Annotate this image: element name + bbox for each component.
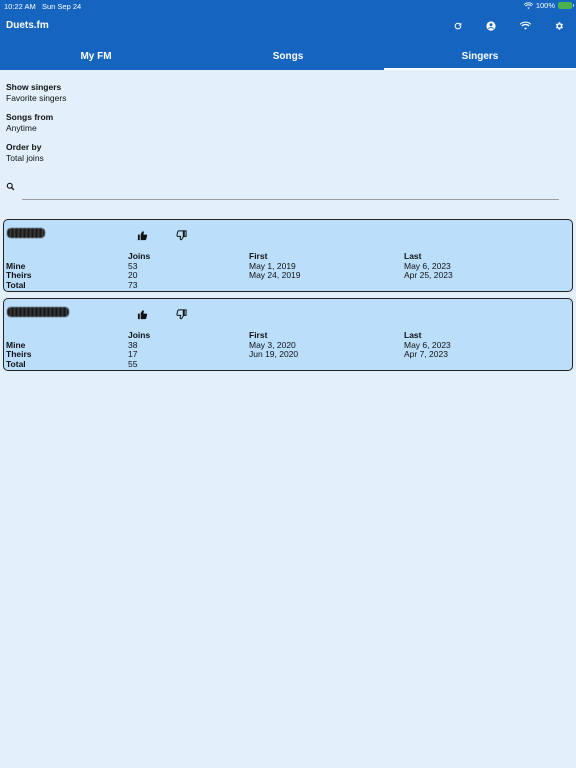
app-bar: 10:22 AM Sun Sep 24 100% Duets.fm My FM … xyxy=(0,0,576,70)
songs-from-setting[interactable]: Songs from Anytime xyxy=(6,112,53,133)
wifi-button[interactable] xyxy=(517,18,533,34)
tab-my-fm[interactable]: My FM xyxy=(0,42,192,70)
status-bar: 10:22 AM Sun Sep 24 100% xyxy=(0,0,576,12)
settings-button[interactable] xyxy=(551,18,567,34)
singer-card[interactable]: Joins First Last Mine 53 May 1, 2019 May… xyxy=(3,219,573,292)
last-header: Last xyxy=(404,330,422,340)
battery-icon xyxy=(558,2,574,9)
search-input[interactable] xyxy=(22,180,559,200)
status-time: 10:22 AM Sun Sep 24 xyxy=(4,2,82,11)
total-label: Total xyxy=(6,359,26,369)
order-by-label: Order by xyxy=(6,142,42,152)
total-joins: 73 xyxy=(128,280,138,290)
singer-name-redacted xyxy=(7,228,45,238)
tab-songs[interactable]: Songs xyxy=(192,42,384,70)
wifi-icon xyxy=(519,21,531,30)
theirs-label: Theirs xyxy=(6,270,32,280)
tab-bar: My FM Songs Singers xyxy=(0,42,576,70)
joins-header: Joins xyxy=(128,330,151,340)
search-bar xyxy=(6,180,559,200)
thumbs-up-button[interactable] xyxy=(135,228,149,242)
wifi-status-icon xyxy=(523,1,533,9)
theirs-joins: 20 xyxy=(128,270,138,280)
theirs-last: Apr 25, 2023 xyxy=(404,270,453,280)
tab-singers[interactable]: Singers xyxy=(384,42,576,70)
refresh-button[interactable] xyxy=(450,18,466,34)
thumbs-up-button[interactable] xyxy=(135,307,149,321)
songs-from-label: Songs from xyxy=(6,112,54,122)
theirs-joins: 17 xyxy=(128,349,138,359)
search-icon xyxy=(6,182,15,191)
songs-from-value: Anytime xyxy=(6,123,37,133)
thumbs-up-icon xyxy=(137,309,147,319)
theirs-label: Theirs xyxy=(6,349,32,359)
order-by-value: Total joins xyxy=(6,153,44,163)
theirs-last: Apr 7, 2023 xyxy=(404,349,448,359)
thumbs-down-icon xyxy=(175,229,187,240)
account-icon xyxy=(486,21,496,31)
show-singers-value: Favorite singers xyxy=(6,93,67,103)
show-singers-setting[interactable]: Show singers Favorite singers xyxy=(6,82,66,103)
account-button[interactable] xyxy=(483,18,499,34)
thumbs-down-button[interactable] xyxy=(174,307,188,321)
refresh-icon xyxy=(454,22,462,30)
theirs-first: May 24, 2019 xyxy=(249,270,301,280)
joins-header: Joins xyxy=(128,251,151,261)
gear-icon xyxy=(555,22,563,30)
last-header: Last xyxy=(404,251,422,261)
show-singers-label: Show singers xyxy=(6,82,62,92)
first-header: First xyxy=(249,251,268,261)
battery-percent: 100% xyxy=(535,1,555,10)
total-label: Total xyxy=(6,280,26,290)
singer-card[interactable]: Joins First Last Mine 38 May 3, 2020 May… xyxy=(3,298,573,371)
app-title: Duets.fm xyxy=(6,20,49,31)
order-by-setting[interactable]: Order by Total joins xyxy=(6,142,44,163)
singer-name-redacted xyxy=(7,307,69,317)
first-header: First xyxy=(249,330,268,340)
total-joins: 55 xyxy=(128,359,138,369)
thumbs-up-icon xyxy=(137,230,147,240)
theirs-first: Jun 19, 2020 xyxy=(249,349,299,359)
thumbs-down-icon xyxy=(175,308,187,319)
thumbs-down-button[interactable] xyxy=(174,228,188,242)
status-right: 100% xyxy=(523,1,574,10)
